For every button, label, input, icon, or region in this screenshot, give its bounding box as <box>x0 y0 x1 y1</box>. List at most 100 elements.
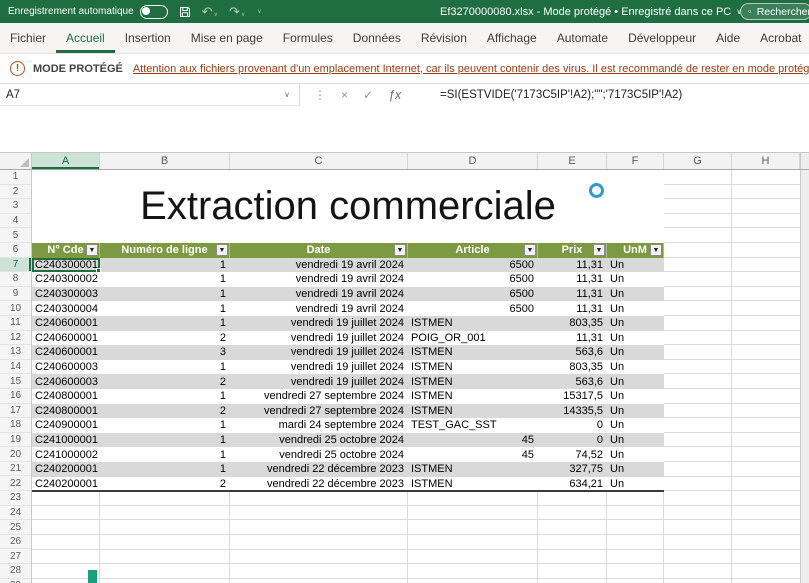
redo-icon[interactable]: ↷∨ <box>229 5 245 18</box>
cell-e20[interactable]: 74,52 <box>538 447 607 462</box>
cell-b18[interactable]: 1 <box>100 418 230 433</box>
column-header-h[interactable]: H <box>732 153 800 169</box>
cell-e21[interactable]: 327,75 <box>538 462 607 477</box>
tab-mise-en-page[interactable]: Mise en page <box>181 23 273 53</box>
cell-d10[interactable]: 6500 <box>408 301 538 316</box>
autosave-control[interactable]: Enregistrement automatique <box>8 5 168 19</box>
cell-b7[interactable]: 1 <box>100 258 230 273</box>
row-header-17[interactable]: 17 <box>0 404 31 419</box>
search-box[interactable]: Rechercher <box>740 3 809 20</box>
filter-dropdown-icon[interactable]: ▼ <box>394 244 406 256</box>
insert-function-icon[interactable]: ƒx <box>388 88 401 102</box>
cell-c15[interactable]: vendredi 19 juillet 2024 <box>230 374 408 389</box>
cell-c7[interactable]: vendredi 19 avril 2024 <box>230 258 408 273</box>
tab-affichage[interactable]: Affichage <box>477 23 547 53</box>
table-header-c6[interactable]: Date▼ <box>230 243 408 258</box>
cell-c14[interactable]: vendredi 19 juillet 2024 <box>230 360 408 375</box>
cell-c17[interactable]: vendredi 27 septembre 2024 <box>230 404 408 419</box>
row-header-25[interactable]: 25 <box>0 520 31 535</box>
save-icon[interactable] <box>179 6 191 18</box>
cell-a13[interactable]: C240600001 <box>32 345 100 360</box>
tab-fichier[interactable]: Fichier <box>0 23 56 53</box>
cell-d12[interactable]: POIG_OR_001 <box>408 331 538 346</box>
cell-b10[interactable]: 1 <box>100 301 230 316</box>
cell-e9[interactable]: 11,31 <box>538 287 607 302</box>
tab-automate[interactable]: Automate <box>547 23 618 53</box>
cell-d17[interactable]: ISTMEN <box>408 404 538 419</box>
cell-d21[interactable]: ISTMEN <box>408 462 538 477</box>
cell-f11[interactable]: Un <box>607 316 664 331</box>
cell-a22[interactable]: C240200001 <box>32 477 100 492</box>
column-header-c[interactable]: C <box>230 153 408 169</box>
select-all-corner[interactable] <box>0 153 32 169</box>
column-header-b[interactable]: B <box>100 153 230 169</box>
cell-f17[interactable]: Un <box>607 404 664 419</box>
cell-b16[interactable]: 1 <box>100 389 230 404</box>
cell-a8[interactable]: C240300002 <box>32 272 100 287</box>
row-header-2[interactable]: 2 <box>0 185 31 200</box>
cell-d18[interactable]: TEST_GAC_SST <box>408 418 538 433</box>
column-header-d[interactable]: D <box>408 153 538 169</box>
cell-f14[interactable]: Un <box>607 360 664 375</box>
fill-handle[interactable] <box>96 268 101 273</box>
row-header-12[interactable]: 12 <box>0 331 31 346</box>
cell-f20[interactable]: Un <box>607 447 664 462</box>
undo-icon[interactable]: ↶∨ <box>202 5 218 18</box>
cell-b9[interactable]: 1 <box>100 287 230 302</box>
row-header-6[interactable]: 6 <box>0 243 31 258</box>
row-header-15[interactable]: 15 <box>0 374 31 389</box>
row-header-10[interactable]: 10 <box>0 301 31 316</box>
tab-d-veloppeur[interactable]: Développeur <box>618 23 706 53</box>
row-header-24[interactable]: 24 <box>0 506 31 521</box>
row-header-29[interactable]: 29 <box>0 579 31 583</box>
cell-b20[interactable]: 1 <box>100 447 230 462</box>
cell-e11[interactable]: 803,35 <box>538 316 607 331</box>
cell-c20[interactable]: vendredi 25 octobre 2024 <box>230 447 408 462</box>
cell-f10[interactable]: Un <box>607 301 664 316</box>
cell-c22[interactable]: vendredi 22 décembre 2023 <box>230 477 408 492</box>
cell-b17[interactable]: 2 <box>100 404 230 419</box>
cell-b11[interactable]: 1 <box>100 316 230 331</box>
quick-access-caret-icon[interactable]: ∨ <box>256 9 261 15</box>
row-header-9[interactable]: 9 <box>0 287 31 302</box>
cell-d16[interactable]: ISTMEN <box>408 389 538 404</box>
cell-a10[interactable]: C240300004 <box>32 301 100 316</box>
cell-e14[interactable]: 803,35 <box>538 360 607 375</box>
cell-a9[interactable]: C240300003 <box>32 287 100 302</box>
filter-dropdown-icon[interactable]: ▼ <box>524 244 536 256</box>
filter-dropdown-icon[interactable]: ▼ <box>650 244 662 256</box>
row-header-5[interactable]: 5 <box>0 228 31 243</box>
cell-c11[interactable]: vendredi 19 juillet 2024 <box>230 316 408 331</box>
cell-b19[interactable]: 1 <box>100 433 230 448</box>
cell-f8[interactable]: Un <box>607 272 664 287</box>
cell-e22[interactable]: 634,21 <box>538 477 607 492</box>
cell-f7[interactable]: Un <box>607 258 664 273</box>
cell-e12[interactable]: 11,31 <box>538 331 607 346</box>
row-header-1[interactable]: 1 <box>0 170 31 185</box>
cell-f13[interactable]: Un <box>607 345 664 360</box>
cell-b12[interactable]: 2 <box>100 331 230 346</box>
column-header-g[interactable]: G <box>664 153 732 169</box>
cell-b14[interactable]: 1 <box>100 360 230 375</box>
cell-b15[interactable]: 2 <box>100 374 230 389</box>
cell-a12[interactable]: C240600001 <box>32 331 100 346</box>
column-header-e[interactable]: E <box>538 153 607 169</box>
cell-a20[interactable]: C241000002 <box>32 447 100 462</box>
merged-title-cell[interactable]: Extraction commerciale <box>32 170 664 243</box>
tab-accueil[interactable]: Accueil <box>56 23 115 53</box>
row-header-26[interactable]: 26 <box>0 535 31 550</box>
tab-r-vision[interactable]: Révision <box>411 23 477 53</box>
cell-b22[interactable]: 2 <box>100 477 230 492</box>
cell-d14[interactable]: ISTMEN <box>408 360 538 375</box>
confirm-icon[interactable]: ✓ <box>363 88 373 102</box>
autosave-toggle[interactable] <box>140 5 168 19</box>
cell-d8[interactable]: 6500 <box>408 272 538 287</box>
table-header-e6[interactable]: Prix▼ <box>538 243 607 258</box>
tab-insertion[interactable]: Insertion <box>115 23 181 53</box>
cell-e19[interactable]: 0 <box>538 433 607 448</box>
row-header-14[interactable]: 14 <box>0 360 31 375</box>
cell-e18[interactable]: 0 <box>538 418 607 433</box>
row-header-27[interactable]: 27 <box>0 549 31 564</box>
cell-b8[interactable]: 1 <box>100 272 230 287</box>
cell-c12[interactable]: vendredi 19 juillet 2024 <box>230 331 408 346</box>
